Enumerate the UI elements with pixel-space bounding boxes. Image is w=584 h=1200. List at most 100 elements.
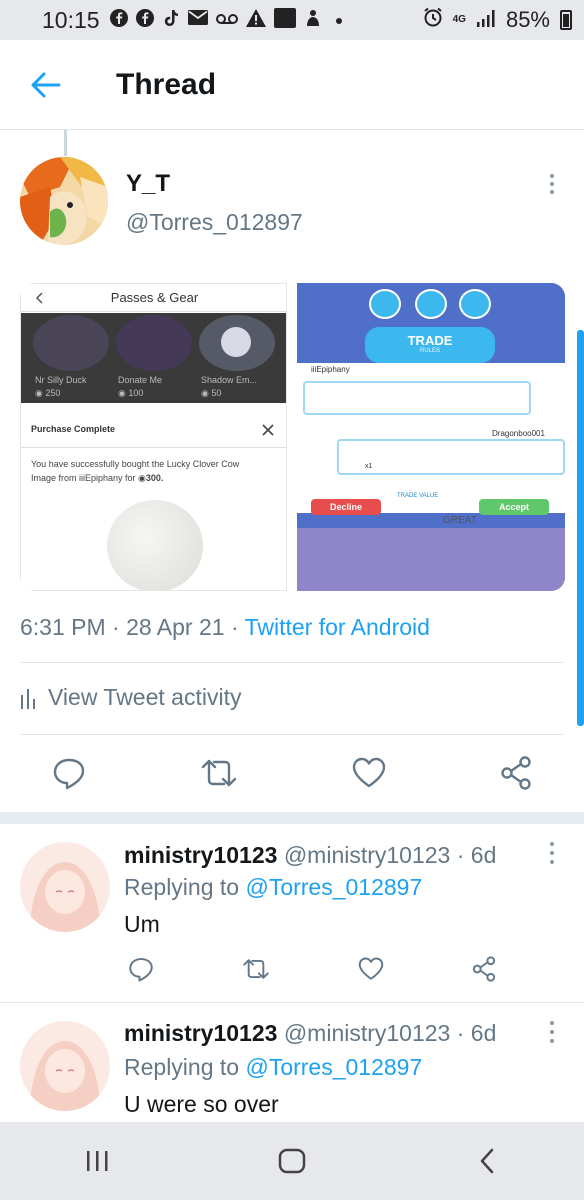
close-icon <box>262 424 274 436</box>
reply-tweet[interactable]: ministry10123 @ministry10123 · 6d Replyi… <box>0 824 584 1002</box>
chevron-left-icon <box>35 292 43 304</box>
trade-slots-top <box>303 381 531 415</box>
status-right: 4G 85% <box>423 7 572 33</box>
reply-actions <box>128 954 496 984</box>
trader-name-bottom: Dragonboo001 <box>492 429 545 438</box>
more-options-button[interactable] <box>540 172 564 196</box>
tweet-actions <box>52 755 532 791</box>
home-icon <box>278 1148 306 1174</box>
more-options-button[interactable] <box>542 1021 562 1043</box>
item-count: x1 <box>365 463 373 470</box>
facebook-icon <box>135 8 154 32</box>
modal-message: You have successfully bought the Lucky C… <box>31 459 240 483</box>
scrollbar[interactable] <box>577 330 584 726</box>
reply-display-name[interactable]: ministry10123 <box>124 1020 277 1046</box>
display-name[interactable]: Y_T <box>126 170 170 198</box>
back-button[interactable] <box>16 55 76 115</box>
like-icon[interactable] <box>358 957 384 981</box>
tweet-timestamp: 6:31 PM · 28 Apr 21 · Twitter for Androi… <box>20 614 430 641</box>
app-header: Thread <box>0 40 584 130</box>
more-dot-icon <box>550 842 554 846</box>
pass-price-value: 100 <box>128 388 144 398</box>
tweet-source-link[interactable]: Twitter for Android <box>245 614 430 640</box>
reply-display-name[interactable]: ministry10123 <box>124 842 277 868</box>
reply-icon[interactable] <box>52 756 86 790</box>
replying-prefix: Replying to <box>124 1054 246 1080</box>
page-title: Thread <box>116 67 217 101</box>
more-dot-icon <box>550 851 554 855</box>
system-back-button[interactable] <box>457 1131 517 1191</box>
avatar[interactable] <box>20 157 108 245</box>
avatar[interactable] <box>20 1021 110 1111</box>
notification-icons <box>109 7 348 33</box>
avatar[interactable] <box>20 842 110 932</box>
alarm-icon <box>423 7 443 33</box>
webtoon-icon <box>273 7 296 33</box>
mention-link[interactable]: @Torres_012897 <box>245 874 422 900</box>
network-label: 4G <box>452 14 466 25</box>
passes-header: Passes & Gear <box>21 284 286 312</box>
divider <box>20 734 564 735</box>
pass-price: ◉ 50 <box>201 388 222 398</box>
signal-icon <box>476 7 496 33</box>
reply-header: ministry10123 @ministry10123 · 6d <box>124 1020 496 1047</box>
voicemail-icon <box>215 10 238 30</box>
facebook-icon <box>109 8 128 32</box>
more-dot-icon <box>550 860 554 864</box>
system-nav-bar <box>0 1122 584 1200</box>
lock-icon <box>459 289 491 319</box>
divider <box>20 662 564 663</box>
activity-label: View Tweet activity <box>48 684 242 710</box>
mail-icon <box>187 10 208 30</box>
trade-banner: TRADE RULES <box>365 327 495 363</box>
trader-name-top: iiiEpiphany <box>311 365 350 374</box>
warning-icon <box>245 8 266 32</box>
purchase-modal: Purchase Complete You have successfully … <box>21 412 286 590</box>
reply-icon[interactable] <box>128 956 154 982</box>
back-arrow-icon <box>31 72 61 97</box>
pass-price: ◉ 250 <box>35 388 61 398</box>
more-options-button[interactable] <box>542 842 562 864</box>
thread-connector-line <box>64 130 67 156</box>
tweet-media: Passes & Gear Nr Silly Duck Donate Me Sh… <box>20 283 565 591</box>
decline-button: Decline <box>311 499 381 515</box>
pass-name: Shadow Em... <box>201 375 258 385</box>
user-handle[interactable]: @Torres_012897 <box>126 209 303 236</box>
accept-button: Accept <box>479 499 549 515</box>
home-button[interactable] <box>262 1131 322 1191</box>
retweet-icon[interactable] <box>200 758 238 788</box>
more-dot-icon <box>550 190 554 194</box>
more-dot-icon <box>550 1021 554 1025</box>
home-icon <box>415 289 447 319</box>
view-tweet-activity-link[interactable]: View Tweet activity <box>20 684 241 711</box>
tools-icon <box>369 289 401 319</box>
reply-tweet[interactable]: ministry10123 @ministry10123 · 6d Replyi… <box>0 1003 584 1122</box>
retweet-icon[interactable] <box>242 958 270 980</box>
pass-name: Nr Silly Duck <box>35 375 87 385</box>
trade-banner-title: TRADE <box>407 333 453 348</box>
battery-icon <box>560 10 572 30</box>
reply-header: ministry10123 @ministry10123 · 6d <box>124 842 496 869</box>
media-image-trade[interactable]: TRADE RULES iiiEpiphany Dragonboo001 x1 … <box>297 283 565 591</box>
trade-banner-sub: RULES <box>419 348 440 354</box>
modal-price: 300. <box>145 473 164 483</box>
pass-image <box>33 315 109 371</box>
share-icon[interactable] <box>472 956 496 982</box>
mention-link[interactable]: @Torres_012897 <box>245 1054 422 1080</box>
pass-price-value: 250 <box>45 388 61 398</box>
replying-to: Replying to @Torres_012897 <box>124 874 422 901</box>
like-icon[interactable] <box>352 757 386 789</box>
share-icon[interactable] <box>500 756 532 790</box>
analytics-icon <box>21 688 35 709</box>
passes-list: Nr Silly Duck Donate Me Shadow Em... ◉ 2… <box>21 313 286 403</box>
more-dot-icon <box>550 182 554 186</box>
recent-apps-button[interactable] <box>67 1131 127 1191</box>
pass-price-value: 50 <box>211 388 222 398</box>
recent-apps-icon <box>87 1151 108 1171</box>
pass-name: Donate Me <box>118 375 163 385</box>
trade-value-label: TRADE VALUE <box>397 493 439 499</box>
media-image-passes[interactable]: Passes & Gear Nr Silly Duck Donate Me Sh… <box>20 283 287 591</box>
more-dot-icon <box>550 1030 554 1034</box>
trade-footer <box>297 528 565 591</box>
more-dot-icon <box>550 1039 554 1043</box>
